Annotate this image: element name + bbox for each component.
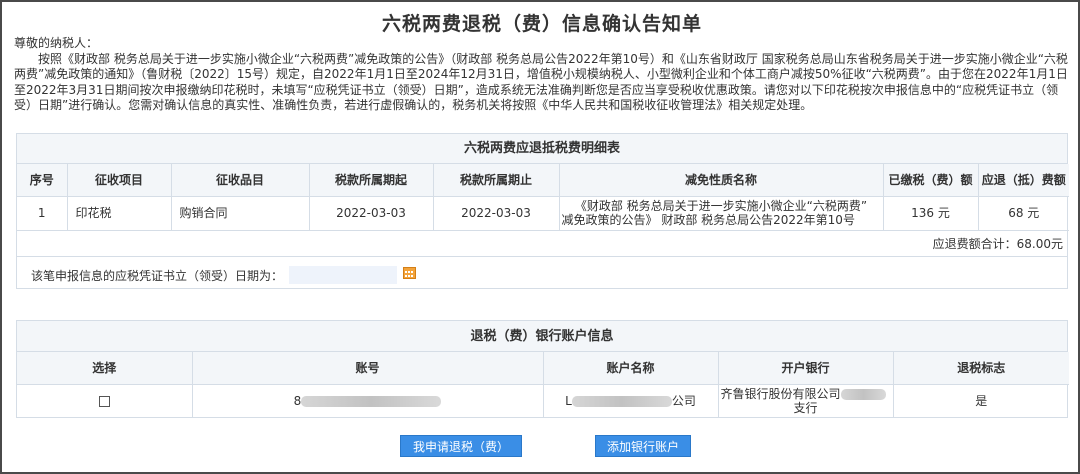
col-header: 账户名称 bbox=[542, 352, 719, 385]
table-header-row: 选择 账号 账户名称 开户银行 退税标志 bbox=[17, 352, 1069, 385]
bank-name: 齐鲁银行股份有限公司 bbox=[720, 386, 841, 401]
date-label: 该笔申报信息的应税凭证书立（领受）日期为： bbox=[31, 268, 284, 283]
redacted-account bbox=[301, 395, 442, 407]
cell-flag: 是 bbox=[892, 383, 1069, 417]
cell-no: 1 bbox=[17, 195, 68, 231]
calendar-icon[interactable] bbox=[403, 266, 416, 279]
col-header: 已缴税（费）额 bbox=[882, 164, 979, 197]
redacted-name bbox=[571, 395, 672, 407]
col-header: 应退（抵）费额 bbox=[977, 164, 1069, 197]
notice-text: 尊敬的纳税人： 按照《财政部 税务总局关于进一步实施小微企业“六税两费”减免政策… bbox=[14, 36, 1072, 114]
cell-refund: 68 元 bbox=[977, 195, 1069, 231]
col-header: 税款所属期止 bbox=[432, 164, 560, 197]
date-row: 该笔申报信息的应税凭证书立（领受）日期为： bbox=[17, 257, 1067, 289]
bank-line-2: 支行 bbox=[793, 400, 818, 415]
col-header: 减免性质名称 bbox=[558, 164, 884, 197]
col-header: 选择 bbox=[17, 352, 193, 385]
table-row: 8 L 公司 齐鲁银行股份有限公司 支行 是 bbox=[17, 383, 1069, 417]
col-header: 账号 bbox=[191, 352, 544, 385]
notice-greeting: 尊敬的纳税人： bbox=[14, 36, 99, 50]
cell-bank: 齐鲁银行股份有限公司 支行 bbox=[717, 383, 894, 417]
table-row: 1 印花税 购销合同 2022-03-03 2022-03-03 《财政部 税务… bbox=[17, 195, 1069, 231]
cell-end: 2022-03-03 bbox=[432, 195, 560, 231]
col-header: 征收项目 bbox=[66, 164, 172, 197]
cell-item: 印花税 bbox=[66, 195, 172, 231]
redacted-branch bbox=[840, 388, 886, 400]
date-input[interactable] bbox=[289, 265, 397, 284]
page-title: 六税两费退税（费）信息确认告知单 bbox=[381, 13, 702, 35]
cell-category: 购销合同 bbox=[170, 195, 310, 231]
refund-total: 应退费额合计：68.00元 bbox=[17, 231, 1067, 257]
bank-account-section: 退税（费）银行账户信息 选择 账号 账户名称 开户银行 退税标志 8 L 公司 bbox=[16, 320, 1069, 418]
account-name-prefix: L bbox=[565, 393, 572, 408]
refund-detail-table: 序号 征收项目 征收品目 税款所属期起 税款所属期止 减免性质名称 已缴税（费）… bbox=[17, 164, 1069, 231]
col-header: 征收品目 bbox=[170, 164, 310, 197]
col-header: 序号 bbox=[17, 164, 68, 197]
account-prefix: 8 bbox=[293, 393, 302, 408]
notice-window: 六税两费退税（费）信息确认告知单 尊敬的纳税人： 按照《财政部 税务总局关于进一… bbox=[0, 0, 1080, 474]
relief-line-1: 《财政部 税务总局关于进一步实施小微企业“六税两费” bbox=[574, 199, 868, 213]
table-header-row: 序号 征收项目 征收品目 税款所属期起 税款所属期止 减免性质名称 已缴税（费）… bbox=[17, 164, 1069, 197]
add-bank-account-button[interactable]: 添加银行账户 bbox=[595, 435, 691, 457]
refund-detail-section: 六税两费应退抵税费明细表 序号 征收项目 征收品目 税款所属期起 税款所属期止 … bbox=[16, 133, 1069, 289]
col-header: 开户银行 bbox=[717, 352, 894, 385]
apply-refund-button[interactable]: 我申请退税（费） bbox=[400, 435, 522, 457]
col-header: 税款所属期起 bbox=[308, 164, 434, 197]
bank-line-1: 齐鲁银行股份有限公司 bbox=[719, 387, 893, 401]
bank-account-heading: 退税（费）银行账户信息 bbox=[17, 321, 1067, 352]
cell-paid: 136 元 bbox=[882, 195, 979, 231]
col-header: 退税标志 bbox=[892, 352, 1069, 385]
cell-account-name: L 公司 bbox=[542, 383, 719, 417]
refund-detail-heading: 六税两费应退抵税费明细表 bbox=[17, 134, 1067, 164]
relief-line-2: 减免政策的公告》 财政部 税务总局公告2022年第10号 bbox=[561, 213, 855, 227]
notice-body: 按照《财政部 税务总局关于进一步实施小微企业“六税两费”减免政策的公告》（财政部… bbox=[14, 51, 1068, 113]
cell-relief: 《财政部 税务总局关于进一步实施小微企业“六税两费” 减免政策的公告》 财政部 … bbox=[558, 195, 884, 231]
account-name-suffix: 公司 bbox=[671, 393, 696, 408]
bank-account-table: 选择 账号 账户名称 开户银行 退税标志 8 L 公司 齐鲁银行股份有限公司 支行… bbox=[17, 352, 1069, 417]
select-checkbox[interactable] bbox=[98, 395, 110, 407]
cell-account: 8 bbox=[191, 383, 544, 417]
cell-select bbox=[17, 383, 193, 417]
cell-start: 2022-03-03 bbox=[308, 195, 434, 231]
